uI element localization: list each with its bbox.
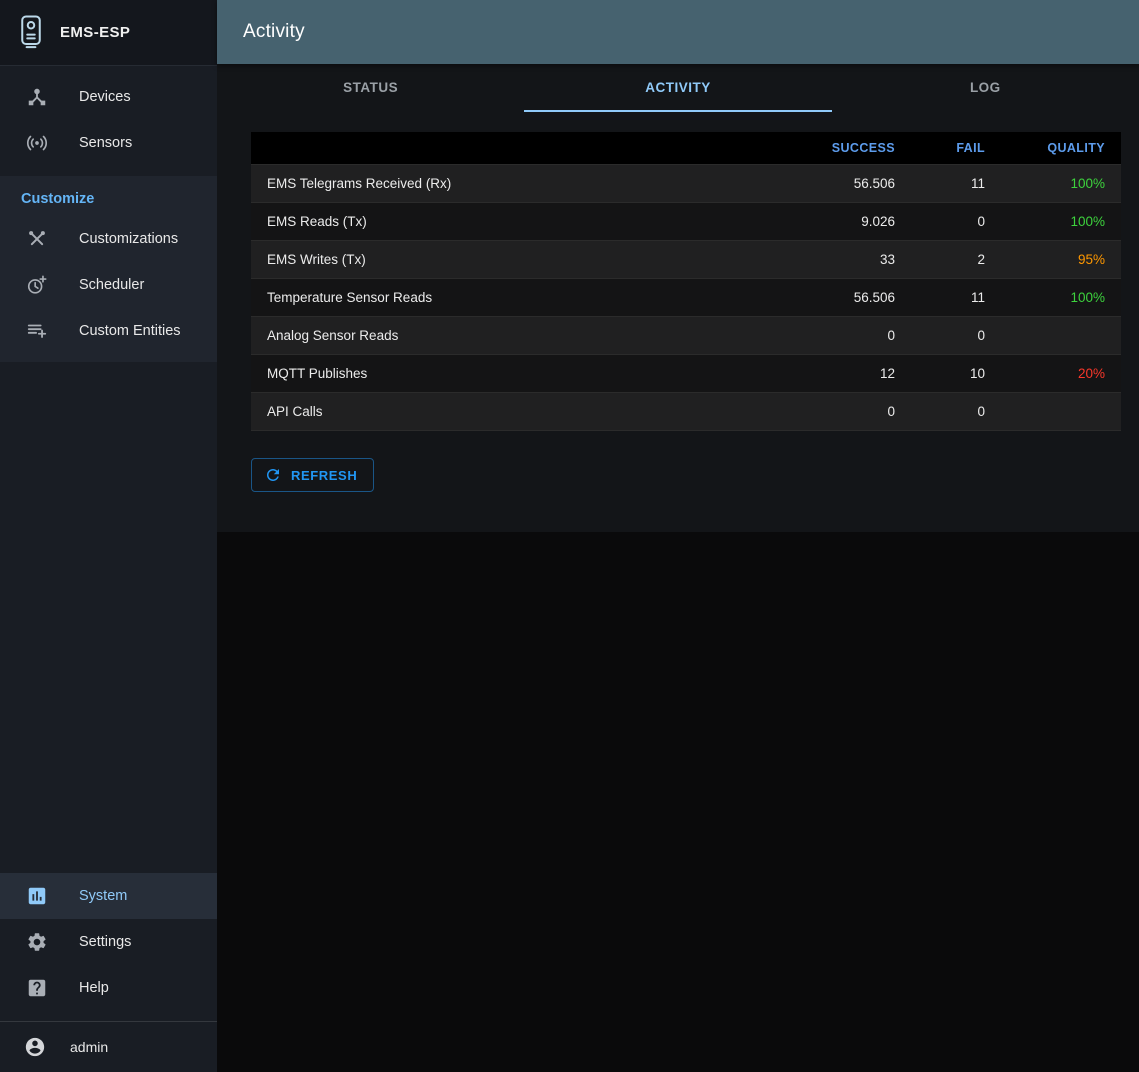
sidebar-bottom-nav: System Settings Help [0, 873, 217, 1021]
sidebar-item-scheduler[interactable]: Scheduler [0, 262, 217, 308]
sidebar: EMS-ESP Devices Sensors Customize Custom… [0, 0, 217, 1072]
table-row: Temperature Sensor Reads 56.506 11 100% [251, 279, 1121, 317]
metric-success: 9.026 [786, 203, 911, 241]
sidebar-main-nav: Devices Sensors [0, 66, 217, 166]
activity-table: SUCCESS FAIL QUALITY EMS Telegrams Recei… [251, 132, 1121, 431]
table-row: EMS Reads (Tx) 9.026 0 100% [251, 203, 1121, 241]
metric-quality: 20% [1078, 366, 1105, 381]
table-header-row: SUCCESS FAIL QUALITY [251, 132, 1121, 165]
refresh-icon [264, 466, 282, 484]
metric-name: Analog Sensor Reads [251, 317, 786, 355]
sidebar-item-settings[interactable]: Settings [0, 919, 217, 965]
activity-panel: STATUS ACTIVITY LOG SUCCESS FAIL QUALITY… [217, 64, 1139, 532]
playlist-add-icon [26, 320, 48, 342]
sidebar-item-devices[interactable]: Devices [0, 74, 217, 120]
metric-quality: 100% [1070, 290, 1105, 305]
help-icon [26, 977, 48, 999]
metric-fail: 0 [911, 317, 1001, 355]
sidebar-item-label: System [79, 888, 127, 904]
metric-success: 0 [786, 393, 911, 431]
metric-success: 56.506 [786, 165, 911, 203]
refresh-button[interactable]: REFRESH [251, 458, 374, 492]
tab-activity[interactable]: ACTIVITY [524, 64, 831, 112]
column-header-name [251, 132, 786, 165]
metric-quality: 100% [1070, 176, 1105, 191]
settings-gear-icon [26, 931, 48, 953]
metric-fail: 11 [911, 279, 1001, 317]
metric-name: EMS Writes (Tx) [251, 241, 786, 279]
metric-fail: 0 [911, 393, 1001, 431]
construction-icon [26, 228, 48, 250]
metric-fail: 0 [911, 203, 1001, 241]
table-row: EMS Writes (Tx) 33 2 95% [251, 241, 1121, 279]
ems-esp-logo-icon [16, 15, 46, 51]
device-hub-icon [26, 86, 48, 108]
sidebar-header: EMS-ESP [0, 0, 217, 66]
sidebar-item-label: Sensors [79, 135, 132, 151]
metric-fail: 10 [911, 355, 1001, 393]
sidebar-item-label: Help [79, 980, 109, 996]
app-bar: Activity [217, 0, 1139, 64]
refresh-button-label: REFRESH [291, 468, 357, 483]
table-row: MQTT Publishes 12 10 20% [251, 355, 1121, 393]
account-circle-icon [24, 1036, 46, 1058]
metric-quality: 95% [1078, 252, 1105, 267]
sidebar-item-label: Settings [79, 934, 131, 950]
sidebar-item-customizations[interactable]: Customizations [0, 216, 217, 262]
page-title: Activity [243, 21, 305, 43]
metric-success: 56.506 [786, 279, 911, 317]
metric-success: 0 [786, 317, 911, 355]
system-analytics-icon [26, 885, 48, 907]
metric-quality: 100% [1070, 214, 1105, 229]
metric-success: 33 [786, 241, 911, 279]
main-content: STATUS ACTIVITY LOG SUCCESS FAIL QUALITY… [217, 64, 1139, 1072]
scheduler-clock-icon [26, 274, 48, 296]
sidebar-item-help[interactable]: Help [0, 965, 217, 1011]
metric-name: EMS Telegrams Received (Rx) [251, 165, 786, 203]
tab-bar: STATUS ACTIVITY LOG [217, 64, 1139, 112]
sidebar-item-system[interactable]: System [0, 873, 217, 919]
app-title: EMS-ESP [60, 24, 130, 41]
sidebar-user-admin[interactable]: admin [0, 1022, 217, 1072]
metric-name: API Calls [251, 393, 786, 431]
metric-name: Temperature Sensor Reads [251, 279, 786, 317]
sensors-icon [26, 132, 48, 154]
metric-fail: 11 [911, 165, 1001, 203]
tab-status[interactable]: STATUS [217, 64, 524, 112]
table-row: API Calls 0 0 [251, 393, 1121, 431]
sidebar-item-custom-entities[interactable]: Custom Entities [0, 308, 217, 354]
table-row: EMS Telegrams Received (Rx) 56.506 11 10… [251, 165, 1121, 203]
sidebar-customize-section: Customize Customizations Scheduler Custo… [0, 176, 217, 362]
metric-name: MQTT Publishes [251, 355, 786, 393]
tab-log[interactable]: LOG [832, 64, 1139, 112]
metric-name: EMS Reads (Tx) [251, 203, 786, 241]
user-name: admin [70, 1039, 108, 1055]
sidebar-item-label: Custom Entities [79, 323, 181, 339]
column-header-success: SUCCESS [786, 132, 911, 165]
sidebar-item-label: Devices [79, 89, 131, 105]
sidebar-item-sensors[interactable]: Sensors [0, 120, 217, 166]
sidebar-item-label: Customizations [79, 231, 178, 247]
sidebar-item-label: Scheduler [79, 277, 144, 293]
table-row: Analog Sensor Reads 0 0 [251, 317, 1121, 355]
column-header-quality: QUALITY [1001, 132, 1121, 165]
sidebar-spacer [0, 362, 217, 873]
customize-section-header: Customize [0, 176, 217, 216]
metric-fail: 2 [911, 241, 1001, 279]
column-header-fail: FAIL [911, 132, 1001, 165]
metric-success: 12 [786, 355, 911, 393]
